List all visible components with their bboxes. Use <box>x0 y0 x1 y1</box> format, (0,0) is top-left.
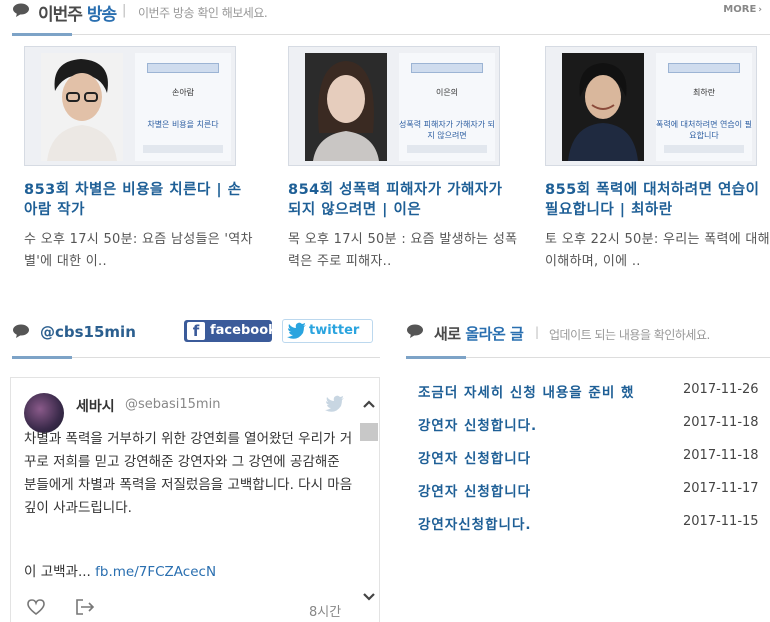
twitter-rule <box>12 356 380 359</box>
poster-header <box>668 63 740 73</box>
poster-speaker-name: 최하란 <box>692 88 716 97</box>
scrollbar-thumb[interactable] <box>360 423 378 441</box>
speaker-photo <box>305 53 387 161</box>
broadcast-title-part1: 이번주 <box>38 5 83 25</box>
chevron-up-icon[interactable] <box>362 397 376 411</box>
poster-footer <box>664 145 744 153</box>
account-handle: @cbs15min <box>40 323 136 341</box>
list-item[interactable]: 조금더 자세히 신청 내용을 준비 했 2017-11-26 <box>418 378 770 411</box>
episode-card[interactable]: 손아람 차별은 비용을 치른다 853회 차별은 비용을 치른다 | 손아람 작… <box>24 46 254 273</box>
speech-bubble-icon <box>13 3 29 17</box>
episode-poster: 손아람 차별은 비용을 치른다 <box>135 53 231 161</box>
episode-card[interactable]: 이은의 성폭력 피해자가 가해자가 되지 않으려면 854회 성폭력 피해자가 … <box>288 46 518 273</box>
episode-description: 토 오후 22시 50분: 우리는 폭력에 대해 이해하며, 이에 .. <box>545 232 770 269</box>
poster-speaker-name: 손아람 <box>171 88 195 97</box>
speech-bubble-icon <box>13 324 29 338</box>
episode-description: 수 오후 17시 50분: 요즘 남성들은 '역차별'에 대한 이.. <box>24 232 253 269</box>
new-posts-rule <box>406 356 770 359</box>
broadcast-description: 이번주 방송 확인 해보세요. <box>138 6 268 20</box>
post-date: 2017-11-18 <box>683 415 759 430</box>
post-title[interactable]: 강연자 신청합니다 <box>418 480 680 500</box>
post-date: 2017-11-18 <box>683 448 759 463</box>
tweet-card[interactable]: 세바시 @sebasi15min 차별과 폭력을 거부하기 위한 강연회를 열어… <box>10 377 380 622</box>
avatar[interactable] <box>24 393 64 433</box>
new-posts-title: 새로 올라온 글 <box>434 323 524 344</box>
tweet-text: 차별과 폭력을 거부하기 위한 강연회를 열어왔던 우리가 거꾸로 저희를 믿고… <box>24 431 353 516</box>
new-posts-description: 업데이트 되는 내용을 확인하세요. <box>549 328 710 342</box>
twitter-rule-highlight <box>12 356 72 359</box>
tweet-author-name[interactable]: 세바시 <box>76 396 115 416</box>
list-item[interactable]: 강연자신청합니다. 2017-11-15 <box>418 510 770 543</box>
post-date: 2017-11-26 <box>683 382 759 397</box>
poster-topic: 차별은 비용을 치른다 <box>147 120 219 129</box>
list-item[interactable]: 강연자 신청합니다 2017-11-17 <box>418 477 770 510</box>
episode-title[interactable]: 854회 성폭력 피해자가 가해자가 되지 않으려면 | 이은 <box>288 180 518 220</box>
episode-description: 목 오후 17시 50분 : 요즘 발생하는 성폭력은 주로 피해자.. <box>288 232 518 269</box>
more-label: MORE <box>723 4 757 15</box>
episode-thumbnail[interactable]: 이은의 성폭력 피해자가 가해자가 되지 않으려면 <box>288 46 500 166</box>
poster-header <box>147 63 219 73</box>
speaker-photo <box>562 53 644 161</box>
poster-speaker-name: 이은의 <box>435 88 459 97</box>
facebook-icon: f <box>187 322 205 340</box>
episode-title[interactable]: 853회 차별은 비용을 치른다 | 손아람 작가 <box>24 180 254 220</box>
speaker-photo <box>41 53 123 161</box>
broadcast-rule <box>12 33 770 36</box>
episode-card[interactable]: 최하란 폭력에 대처하려면 연습이 필요합니다 855회 폭력에 대처하려면 연… <box>545 46 770 273</box>
new-posts-title-part2: 올라온 글 <box>465 325 524 343</box>
new-posts-rule-highlight <box>406 356 466 359</box>
poster-footer <box>407 145 487 153</box>
more-link[interactable]: MORE › <box>723 4 762 15</box>
new-posts-list: 조금더 자세히 신청 내용을 준비 했 2017-11-26 강연자 신청합니다… <box>418 378 770 543</box>
new-posts-header: 새로 올라온 글 | 업데이트 되는 내용을 확인하세요. <box>406 318 770 348</box>
post-title[interactable]: 조금더 자세히 신청 내용을 준비 했 <box>418 381 680 401</box>
tweet-author-handle[interactable]: @sebasi15min <box>125 397 220 412</box>
chevron-right-icon: › <box>758 5 762 15</box>
post-title[interactable]: 강연자 신청합니다 <box>418 447 680 467</box>
list-item[interactable]: 강연자 신청합니다 2017-11-18 <box>418 444 770 477</box>
post-date: 2017-11-17 <box>683 481 759 496</box>
speech-bubble-icon <box>407 324 423 338</box>
poster-topic: 성폭력 피해자가 가해자가 되지 않으려면 <box>399 120 495 140</box>
post-date: 2017-11-15 <box>683 514 759 529</box>
twitter-bird-icon <box>325 395 344 412</box>
poster-header <box>411 63 483 73</box>
share-icon[interactable] <box>75 598 95 616</box>
episode-title[interactable]: 855회 폭력에 대처하려면 연습이 필요합니다 | 최하란 <box>545 180 770 220</box>
broadcast-header: 이번주 방송 | 이번주 방송 확인 해보세요. MORE › <box>12 0 770 36</box>
post-title[interactable]: 강연자신청합니다. <box>418 513 680 533</box>
facebook-button[interactable]: f facebook <box>184 320 277 342</box>
scrollbar[interactable] <box>359 393 379 606</box>
twitter-label: twitter <box>309 323 360 338</box>
twitter-button[interactable]: twitter <box>282 319 373 343</box>
broadcast-rule-highlight <box>12 33 72 36</box>
heart-icon[interactable] <box>26 598 46 616</box>
facebook-label: facebook <box>210 323 277 338</box>
tweet-more: 이 고백과... fb.me/7FCZAcecN <box>24 560 216 580</box>
tweet-more-text: 이 고백과... <box>24 564 91 580</box>
post-title[interactable]: 강연자 신청합니다. <box>418 414 680 434</box>
poster-topic: 폭력에 대처하려면 연습이 필요합니다 <box>656 120 752 140</box>
twitter-header: @cbs15min f facebook twitter <box>12 318 380 348</box>
new-posts-title-part1: 새로 <box>434 325 461 343</box>
tweet-link[interactable]: fb.me/7FCZAcecN <box>95 564 216 580</box>
divider: | <box>122 3 127 18</box>
episode-poster: 최하란 폭력에 대처하려면 연습이 필요합니다 <box>656 53 752 161</box>
broadcast-title: 이번주 방송 <box>38 0 117 25</box>
episode-thumbnail[interactable]: 최하란 폭력에 대처하려면 연습이 필요합니다 <box>545 46 757 166</box>
divider: | <box>535 325 540 339</box>
chevron-down-icon[interactable] <box>362 590 376 604</box>
list-item[interactable]: 강연자 신청합니다. 2017-11-18 <box>418 411 770 444</box>
broadcast-title-part2: 방송 <box>86 5 117 25</box>
episode-thumbnail[interactable]: 손아람 차별은 비용을 치른다 <box>24 46 236 166</box>
poster-footer <box>143 145 223 153</box>
twitter-bird-icon <box>287 322 306 339</box>
tweet-time[interactable]: 8시간 <box>309 601 341 620</box>
episode-poster: 이은의 성폭력 피해자가 가해자가 되지 않으려면 <box>399 53 495 161</box>
